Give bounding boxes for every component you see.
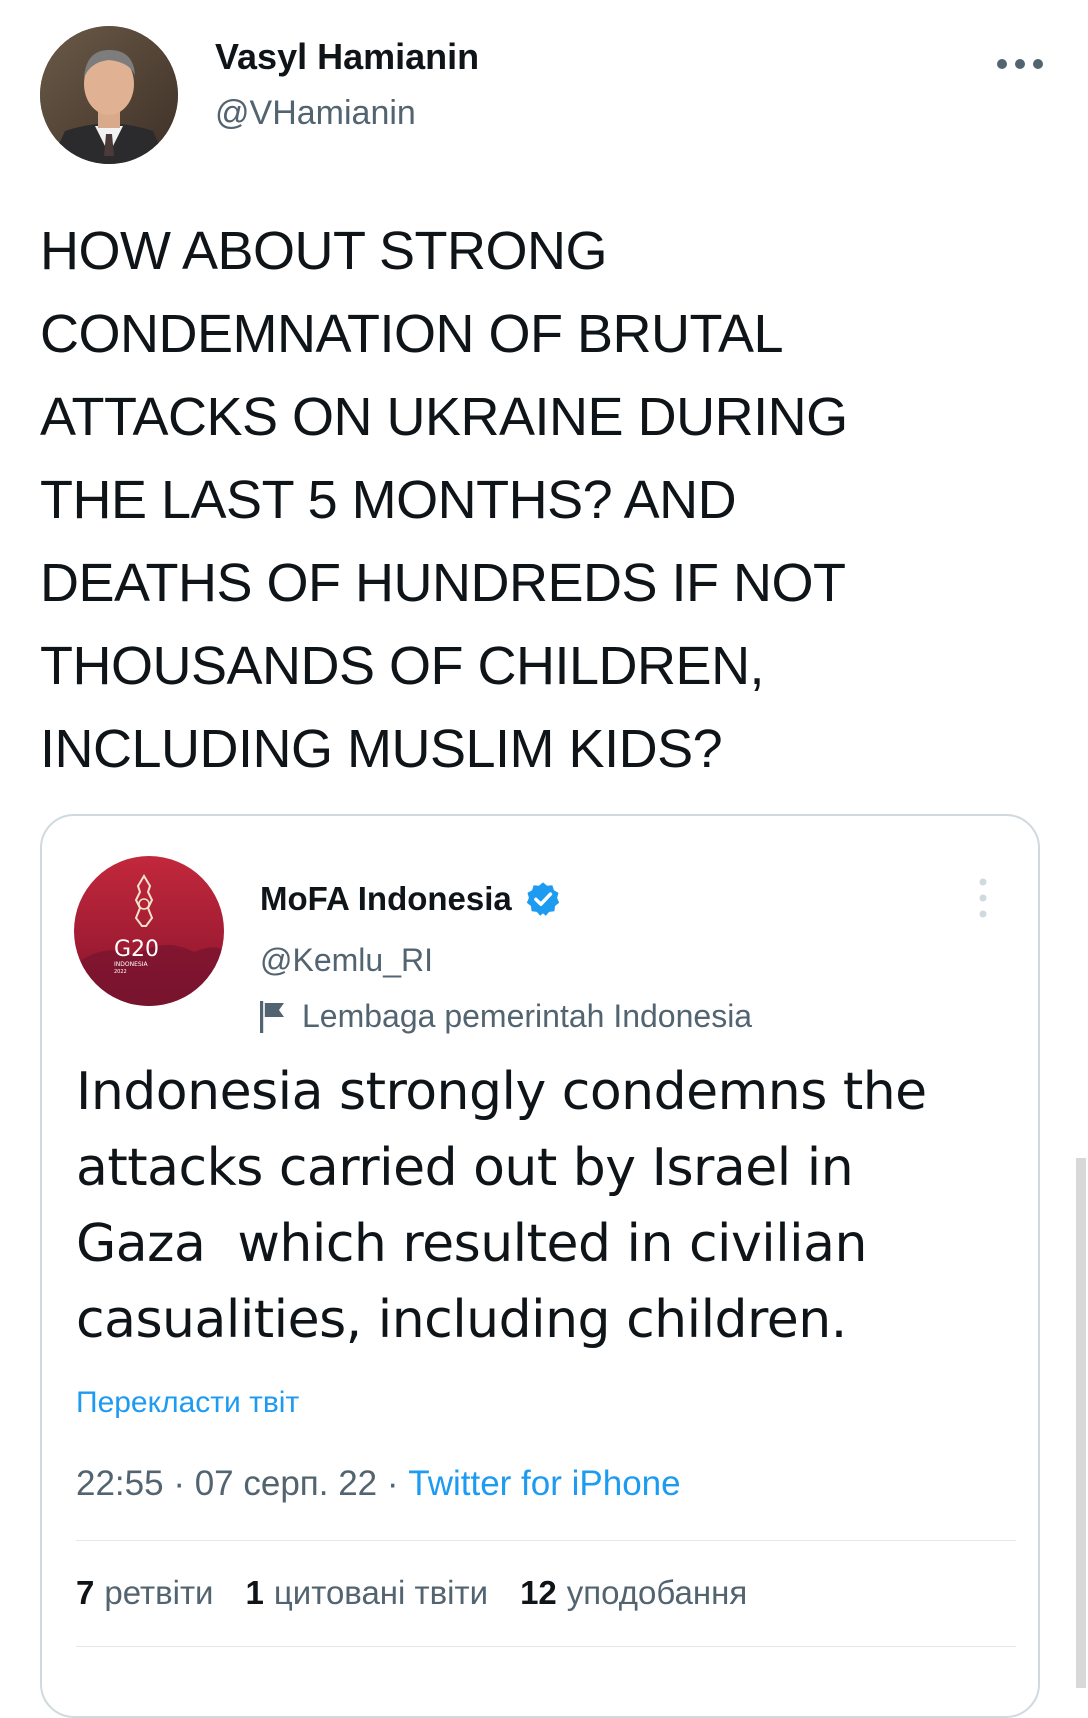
retweets-stat[interactable]: 7 ретвіти [76,1574,214,1612]
quotes-label: цитовані твіти [273,1574,489,1611]
divider [76,1540,1016,1541]
tweet-text-line: HOW ABOUT STRONG [40,221,608,281]
tweet-text-line: THOUSANDS OF CHILDREN, [40,636,765,696]
tweet-text-line: CONDEMNATION OF BRUTAL [40,304,784,364]
government-label[interactable]: Lembaga pemerintah Indonesia [260,998,752,1035]
quoted-text-line: Indonesia strongly condemns the [76,1062,927,1122]
quoted-avatar[interactable]: G20 INDONESIA 2022 [74,856,224,1006]
tweet-metadata: 22:55 · 07 серп. 22 · Twitter for iPhone [76,1464,681,1504]
svg-text:G20: G20 [114,937,159,962]
quoted-tweet-card[interactable]: G20 INDONESIA 2022 MoFA Indonesia @Kemlu… [40,814,1040,1718]
quoted-text-line: Gaza which resulted in civilian [76,1214,867,1274]
vertical-ellipsis-icon [979,878,987,918]
likes-stat[interactable]: 12 уподобання [520,1574,747,1612]
verified-badge-icon [526,882,559,916]
meta-separator: · [386,1464,409,1503]
likes-count: 12 [520,1574,557,1611]
quoted-author-handle[interactable]: @Kemlu_RI [260,942,433,979]
tweet-text: HOW ABOUT STRONG CONDEMNATION OF BRUTAL … [40,210,1050,791]
tweet-date[interactable]: 07 серп. 22 [195,1464,377,1503]
tweet-text-line: DEATHS OF HUNDREDS IF NOT [40,553,846,613]
avatar[interactable] [40,26,178,164]
scrollbar[interactable] [1076,1158,1086,1688]
government-label-text: Lembaga pemerintah Indonesia [302,998,753,1034]
quoted-tweet-text: Indonesia strongly condemns the attacks … [76,1054,1006,1358]
svg-text:2022: 2022 [114,969,127,975]
g20-logo-icon: G20 INDONESIA 2022 [74,856,224,1006]
tweet-text-line: ATTACKS ON UKRAINE DURING [40,387,848,447]
likes-label: уподобання [566,1574,748,1611]
quoted-text-line: casualities, including children. [76,1290,847,1350]
quoted-author-name[interactable]: MoFA Indonesia [260,880,512,918]
tweet-time[interactable]: 22:55 [76,1464,164,1503]
translate-tweet-link[interactable]: Перекласти твіт [76,1386,299,1420]
flag-icon [260,1000,284,1033]
meta-separator: · [173,1464,195,1503]
tweet-text-line: INCLUDING MUSLIM KIDS? [40,719,723,779]
tweet-text-line: THE LAST 5 MONTHS? AND [40,470,737,530]
more-options-button[interactable] [990,44,1050,84]
tweet-source-link[interactable]: Twitter for iPhone [408,1464,680,1503]
engagement-stats: 7 ретвіти 1 цитовані твіти 12 уподобання [76,1574,747,1612]
quoted-more-options-button[interactable] [976,876,990,920]
quotes-stat[interactable]: 1 цитовані твіти [246,1574,489,1612]
retweets-count: 7 [76,1574,95,1611]
author-handle[interactable]: @VHamianin [215,94,416,133]
avatar-photo [40,26,178,164]
quoted-name-row[interactable]: MoFA Indonesia [260,880,562,918]
retweets-label: ретвіти [104,1574,214,1611]
ellipsis-icon [997,59,1043,69]
quoted-text-line: attacks carried out by Israel in [76,1138,854,1198]
tweet-header: Vasyl Hamianin @VHamianin [40,14,1050,164]
divider [76,1646,1016,1647]
svg-text:INDONESIA: INDONESIA [114,961,148,968]
quotes-count: 1 [245,1574,264,1611]
author-name[interactable]: Vasyl Hamianin [215,36,479,78]
